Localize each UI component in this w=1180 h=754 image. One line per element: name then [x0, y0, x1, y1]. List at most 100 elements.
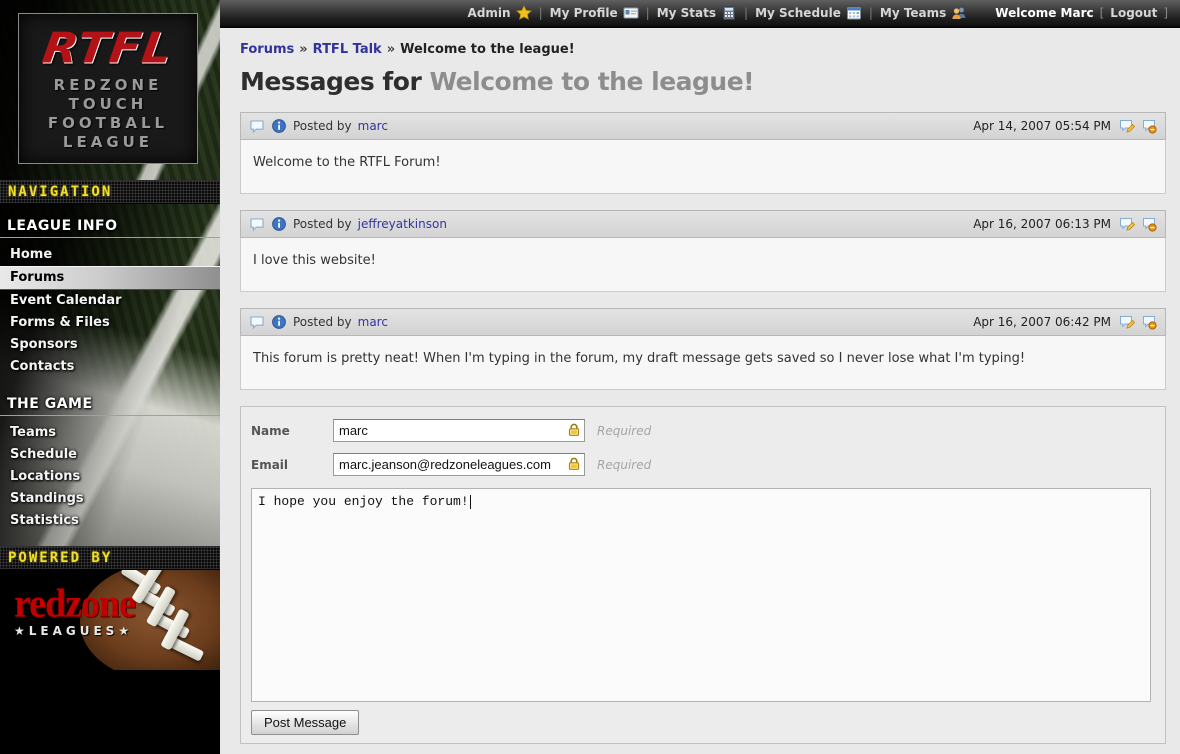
required-hint: Required — [597, 424, 651, 438]
sidebar-item-sponsors[interactable]: Sponsors — [0, 334, 220, 356]
welcome-text: Welcome Marc — [995, 6, 1093, 20]
powered-by-led-bar: POWERED BY — [0, 546, 220, 570]
message-draft-text: I hope you enjoy the forum! — [258, 494, 469, 509]
nav-section-the-game: THE GAME TeamsScheduleLocationsStandingsS… — [0, 392, 220, 532]
content-area: Forums»RTFL Talk»Welcome to the league! … — [220, 28, 1180, 754]
message-date: Apr 14, 2007 05:54 PM — [973, 119, 1111, 133]
sidebar-item-forums[interactable]: Forums — [0, 266, 220, 290]
email-input[interactable] — [333, 453, 585, 476]
text-cursor — [470, 495, 471, 509]
breadcrumb: Forums » RTFL Talk » Welcome to the league! — [240, 42, 1166, 57]
email-label: Email — [251, 458, 333, 472]
comment-delete-icon[interactable] — [1141, 118, 1157, 134]
group-icon — [951, 5, 967, 21]
comment-edit-icon[interactable] — [1119, 216, 1135, 232]
topbar-item-label: My Stats — [657, 6, 716, 20]
comment-icon — [249, 216, 265, 232]
posted-by-label: Posted by — [293, 315, 352, 329]
info-icon — [271, 118, 287, 134]
rtfl-logo[interactable]: RTFL REDZONE TOUCH FOOTBALL LEAGUE — [18, 13, 198, 164]
logo-line: REDZONE — [48, 76, 168, 95]
redzone-tagline: ★LEAGUES★ — [14, 624, 135, 638]
logout-link[interactable]: Logout — [1110, 6, 1157, 20]
star-icon — [516, 5, 532, 21]
rtfl-logo-subtitle: REDZONE TOUCH FOOTBALL LEAGUE — [48, 76, 168, 152]
comment-icon — [249, 118, 265, 134]
message-date: Apr 16, 2007 06:42 PM — [973, 315, 1111, 329]
topbar-item-label: Admin — [468, 6, 511, 20]
info-icon — [271, 216, 287, 232]
breadcrumb-separator: » — [387, 42, 395, 57]
topbar-item-label: My Teams — [880, 6, 946, 20]
topbar-item-my-schedule[interactable]: My Schedule — [755, 5, 862, 21]
sidebar-item-statistics[interactable]: Statistics — [0, 510, 220, 532]
calendar-icon — [846, 5, 862, 21]
comment-edit-icon[interactable] — [1119, 314, 1135, 330]
main-column: Admin | My Profile | My Stats | My Schedule | My… — [220, 0, 1180, 754]
message-date: Apr 16, 2007 06:13 PM — [973, 217, 1111, 231]
topbar-item-label: My Profile — [550, 6, 618, 20]
topbar: Admin | My Profile | My Stats | My Schedule | My… — [220, 0, 1180, 28]
message-header: Posted by marc Apr 14, 2007 05:54 PM — [240, 112, 1166, 140]
topbar-separator: | — [744, 6, 748, 20]
topbar-separator: | — [539, 6, 543, 20]
topbar-separator: | — [646, 6, 650, 20]
comment-delete-icon[interactable] — [1141, 216, 1157, 232]
forum-message: Posted by jeffreyatkinson Apr 16, 2007 06:… — [240, 210, 1166, 292]
message-header: Posted by jeffreyatkinson Apr 16, 2007 06:… — [240, 210, 1166, 238]
message-author-link[interactable]: jeffreyatkinson — [358, 217, 447, 231]
comment-icon — [249, 314, 265, 330]
topbar-item-admin[interactable]: Admin — [468, 5, 532, 21]
logo-line: TOUCH — [48, 95, 168, 114]
redzone-wordmark: redzone ★LEAGUES★ — [14, 586, 135, 638]
required-hint: Required — [597, 458, 651, 472]
topbar-item-label: My Schedule — [755, 6, 841, 20]
comment-edit-icon[interactable] — [1119, 118, 1135, 134]
topbar-item-my-teams[interactable]: My Teams — [880, 5, 967, 21]
logo-line: LEAGUE — [48, 133, 168, 152]
calculator-icon — [721, 5, 737, 21]
sidebar-item-forms-files[interactable]: Forms & Files — [0, 312, 220, 334]
email-row: Email Required — [251, 453, 1151, 476]
message-author-link[interactable]: marc — [358, 119, 388, 133]
posted-by-label: Posted by — [293, 217, 352, 231]
nav-section-header: THE GAME — [0, 392, 220, 416]
redzone-leagues-logo[interactable]: redzone ★LEAGUES★ — [0, 570, 220, 670]
sidebar-item-standings[interactable]: Standings — [0, 488, 220, 510]
name-row: Name Required — [251, 419, 1151, 442]
nav-section-league-info: LEAGUE INFO HomeForumsEvent CalendarForms… — [0, 214, 220, 378]
topbar-item-my-stats[interactable]: My Stats — [657, 5, 737, 21]
breadcrumb-link-forums[interactable]: Forums — [240, 42, 294, 57]
nav-section-header: LEAGUE INFO — [0, 214, 220, 238]
sidebar-filler — [0, 670, 220, 754]
page-title: Messages for Welcome to the league! — [240, 67, 1166, 96]
sidebar-navigation: LEAGUE INFO HomeForumsEvent CalendarForms… — [0, 204, 220, 546]
lock-icon — [566, 422, 582, 438]
vcard-icon — [623, 5, 639, 21]
sidebar-item-home[interactable]: Home — [0, 244, 220, 266]
name-label: Name — [251, 424, 333, 438]
message-body: Welcome to the RTFL Forum! — [240, 140, 1166, 194]
topbar-separator: | — [869, 6, 873, 20]
forum-message: Posted bymarcApr 16, 2007 06:42 PMThis f… — [240, 308, 1166, 390]
lock-icon — [566, 456, 582, 472]
breadcrumb-separator: » — [299, 42, 307, 57]
topbar-session: Welcome Marc [ Logout ] — [995, 6, 1168, 20]
info-icon — [271, 314, 287, 330]
sidebar-item-teams[interactable]: Teams — [0, 422, 220, 444]
name-input[interactable] — [333, 419, 585, 442]
sidebar-item-contacts[interactable]: Contacts — [0, 356, 220, 378]
post-message-button[interactable]: Post Message — [251, 710, 359, 735]
message-body: I love this website! — [240, 238, 1166, 292]
posted-by-label: Posted by — [293, 119, 352, 133]
sidebar-item-event-calendar[interactable]: Event Calendar — [0, 290, 220, 312]
sidebar-item-schedule[interactable]: Schedule — [0, 444, 220, 466]
breadcrumb-link-rtfl-talk[interactable]: RTFL Talk — [313, 42, 382, 57]
message-textarea[interactable]: I hope you enjoy the forum! — [251, 488, 1151, 702]
topbar-item-my-profile[interactable]: My Profile — [550, 5, 639, 21]
sidebar-item-locations[interactable]: Locations — [0, 466, 220, 488]
breadcrumb-current: Welcome to the league! — [400, 42, 575, 57]
sidebar-field-photo: RTFL REDZONE TOUCH FOOTBALL LEAGUE — [0, 0, 220, 180]
comment-delete-icon[interactable] — [1141, 314, 1157, 330]
message-author-link[interactable]: marc — [358, 315, 388, 329]
